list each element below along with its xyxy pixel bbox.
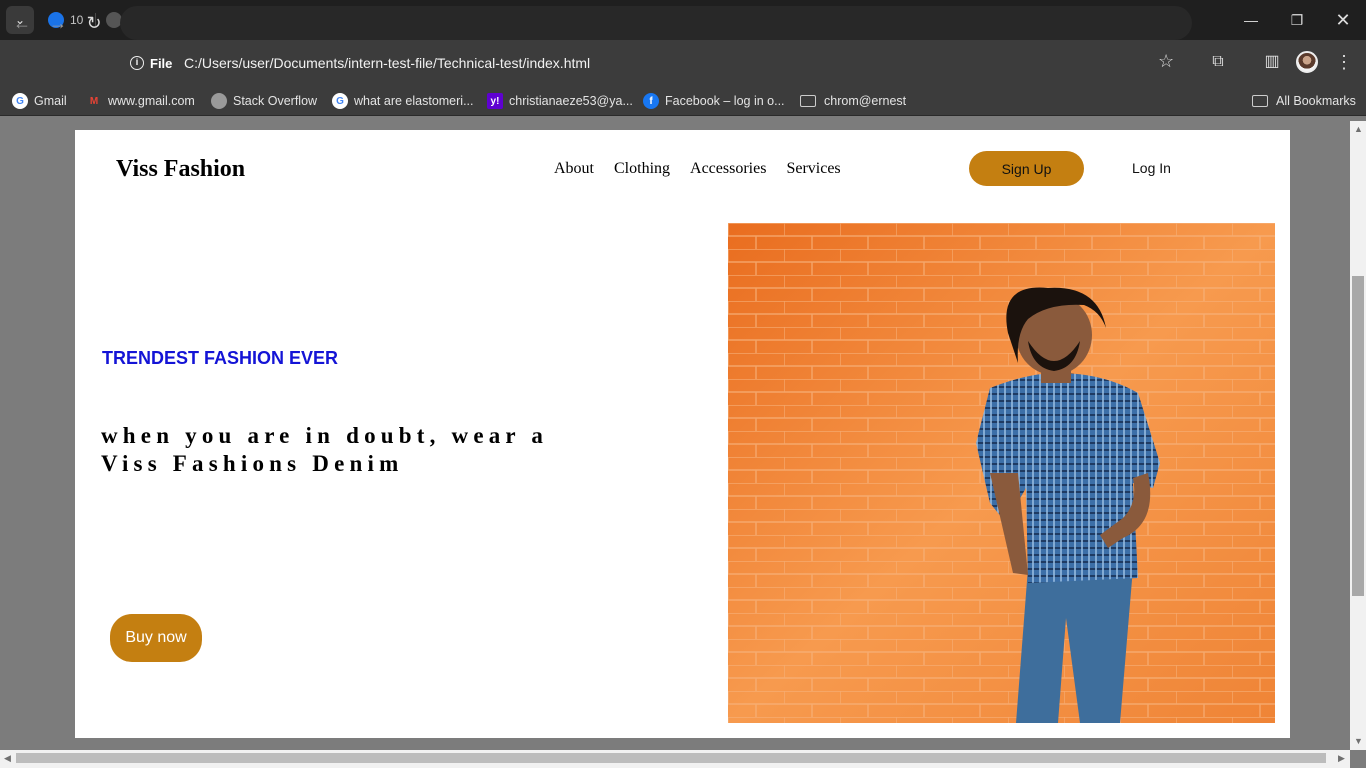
bookmark-stack-overflow[interactable]: Stack Overflow (211, 92, 317, 110)
bookmark-www-gmail[interactable]: M www.gmail.com (86, 92, 195, 110)
all-bookmarks[interactable]: All Bookmarks (1252, 92, 1356, 110)
scroll-right-arrow[interactable]: ▶ (1338, 753, 1345, 764)
nav-services[interactable]: Services (786, 160, 840, 178)
minimize-button[interactable]: — (1228, 0, 1274, 40)
extensions-icon[interactable]: ⧉ (1207, 51, 1229, 73)
bookmark-facebook[interactable]: f Facebook – log in o... (643, 92, 785, 110)
vertical-scroll-thumb[interactable] (1352, 276, 1364, 596)
nav-about[interactable]: About (554, 160, 594, 178)
close-window-button[interactable]: ✕ (1320, 0, 1366, 40)
nav-accessories[interactable]: Accessories (690, 160, 766, 178)
page-viewport: Viss Fashion About Clothing Accessories … (0, 121, 1350, 750)
address-bar[interactable] (120, 6, 1192, 40)
back-button[interactable]: ← (10, 11, 34, 35)
main-nav: About Clothing Accessories Services (554, 160, 861, 178)
restore-button[interactable]: ❐ (1274, 0, 1320, 40)
site-info-chip[interactable]: i File (126, 48, 172, 78)
globe-icon (211, 93, 227, 109)
menu-icon[interactable]: ⋮ (1333, 51, 1355, 73)
scroll-down-arrow[interactable]: ▼ (1354, 736, 1363, 746)
side-panel-icon[interactable]: ▥ (1261, 51, 1283, 73)
bookmark-gmail[interactable]: G Gmail (12, 92, 67, 110)
scroll-left-arrow[interactable]: ◀ (4, 753, 11, 764)
bookmark-star-icon[interactable]: ☆ (1158, 51, 1174, 72)
nav-clothing[interactable]: Clothing (614, 160, 670, 178)
info-icon: i (130, 56, 144, 70)
hero-tagline: TRENDEST FASHION EVER (102, 348, 339, 368)
reload-button[interactable]: ↻ (82, 11, 106, 35)
google-icon: G (12, 93, 28, 109)
gmail-icon: M (89, 95, 99, 107)
bookmark-yahoo[interactable]: y! christianaeze53@ya... (487, 92, 633, 110)
folder-icon (1252, 95, 1268, 107)
google-icon: G (332, 93, 348, 109)
hero-image (728, 223, 1275, 723)
url-text[interactable]: C:/Users/user/Documents/intern-test-file… (184, 55, 590, 71)
log-in-link[interactable]: Log In (1132, 160, 1171, 176)
hero-photo-illustration (728, 223, 1275, 723)
buy-now-button[interactable]: Buy now (110, 614, 202, 662)
yahoo-icon: y! (487, 93, 503, 109)
sign-up-button[interactable]: Sign Up (969, 151, 1084, 186)
profile-avatar[interactable] (1296, 51, 1318, 73)
facebook-icon: f (643, 93, 659, 109)
forward-button[interactable]: → (46, 11, 70, 35)
scheme-label: File (150, 55, 173, 71)
site-logo[interactable]: Viss Fashion (116, 156, 245, 183)
landing-page: Viss Fashion About Clothing Accessories … (75, 130, 1290, 738)
bookmark-folder-chrom[interactable]: chrom@ernest (800, 92, 906, 110)
hero-headline: when you are in doubt, wear a Viss Fashi… (101, 423, 549, 476)
scroll-up-arrow[interactable]: ▲ (1354, 124, 1363, 134)
bookmark-elastomeric[interactable]: G what are elastomeri... (332, 92, 474, 110)
folder-icon (800, 95, 816, 107)
horizontal-scroll-thumb[interactable] (16, 753, 1326, 763)
